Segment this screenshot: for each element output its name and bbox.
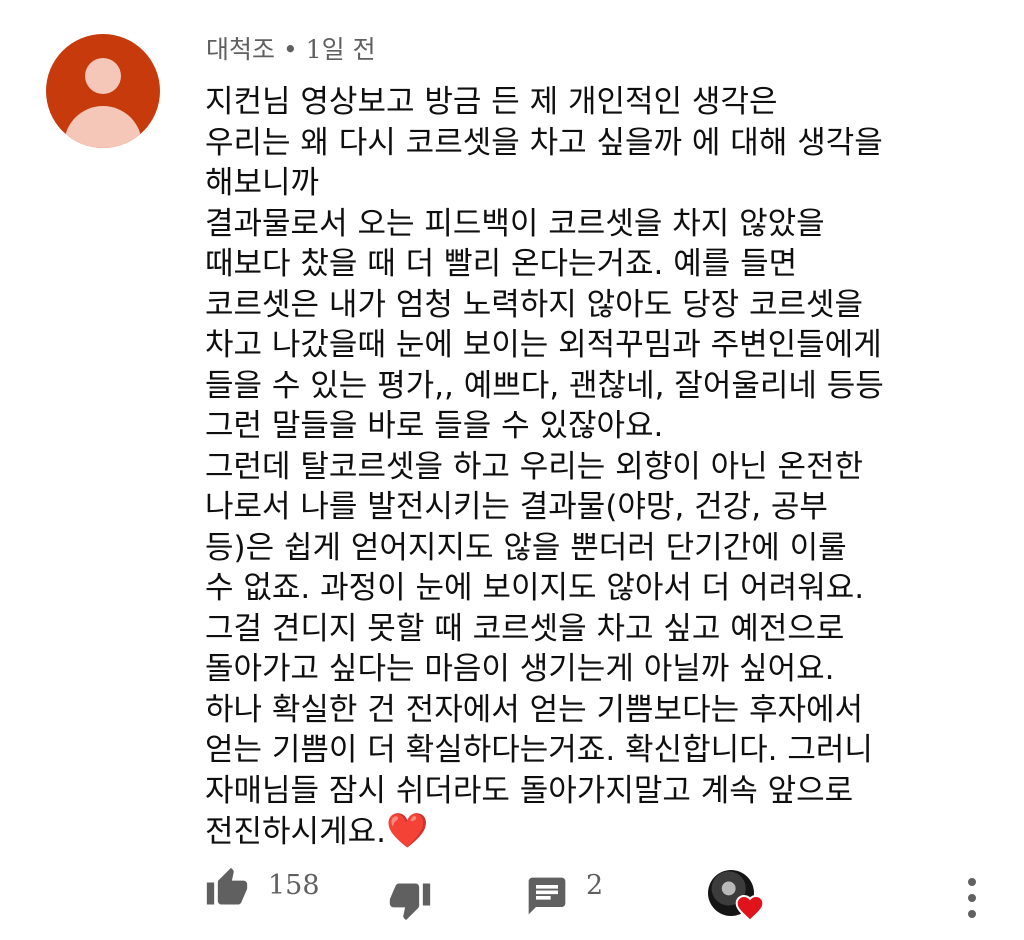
thumbs-up-icon — [206, 867, 248, 905]
comment-line: 그런 말들을 바로 들을 수 있잖아요. — [205, 408, 664, 444]
comment-time[interactable]: 1일 전 — [306, 35, 376, 64]
comment-icon — [528, 877, 566, 915]
comment-line: 코르셋은 내가 엄청 노력하지 않아도 당장 코르셋을 — [205, 286, 864, 323]
comment-actions: 158 2 — [0, 860, 1024, 922]
more-vertical-icon — [968, 878, 976, 918]
comment-line: 자매님들 잠시 쉬더라도 돌아가지말고 계속 앞으로 — [205, 772, 854, 809]
creator-heart-badge — [708, 870, 765, 926]
reply-button[interactable] — [525, 874, 569, 918]
comment-line: 때보다 찼을 때 더 빨리 온다는거죠. 예를 들면 — [205, 246, 798, 282]
heart-emoji: ❤️ — [385, 811, 429, 851]
comment-line: 수 없죠. 과정이 눈에 보이지도 않아서 더 어려워요. — [205, 570, 865, 606]
comment-line-last: 전진하시게요.❤️ — [205, 811, 995, 852]
comment-meta: 대척조 • 1일 전 — [206, 30, 376, 66]
more-options-button[interactable] — [960, 874, 984, 922]
comment-line: 돌아가고 싶다는 마음이 생기는게 아닐까 싶어요. — [205, 651, 835, 687]
comment-line: 우리는 왜 다시 코르셋을 차고 싶을까 에 대해 생각을 — [205, 124, 883, 161]
comment-line: 결과물로서 오는 피드백이 코르셋을 차지 않았을 — [205, 205, 825, 242]
meta-separator: • — [283, 35, 298, 64]
author-avatar[interactable] — [46, 34, 160, 148]
comment-line: 차고 나갔을때 눈에 보이는 외적꾸밈과 주변인들에게 — [205, 327, 882, 363]
dislike-button[interactable] — [388, 878, 432, 922]
comment-text: 지컨님 영상보고 방금 든 제 개인적인 생각은 우리는 왜 다시 코르셋을 차… — [205, 82, 995, 852]
author-name[interactable]: 대척조 — [206, 35, 275, 64]
comment-line-text: 전진하시게요. — [205, 814, 386, 850]
thumbs-down-icon — [389, 883, 431, 921]
comment-line: 하나 확실한 건 전자에서 얻는 기쁨보다는 후자에서 — [205, 691, 864, 728]
like-button[interactable] — [205, 866, 249, 910]
comment-line: 등)은 쉽게 얻어지지도 않을 뿐더러 단기간에 이룰 — [205, 529, 847, 566]
comment-line: 지컨님 영상보고 방금 든 제 개인적인 생각은 — [205, 84, 778, 120]
comment-line: 해보니까 — [205, 165, 320, 201]
avatar-head — [85, 58, 121, 94]
heart-icon — [735, 894, 765, 922]
like-count: 158 — [268, 870, 320, 901]
comment-line: 나로서 나를 발전시키는 결과물(야망, 건강, 공부 — [205, 489, 828, 525]
comment-line: 그걸 견디지 못할 때 코르셋을 차고 싶고 예전으로 — [205, 610, 845, 647]
avatar-shoulders — [64, 106, 142, 148]
comment-line: 들을 수 있는 평가,, 예쁘다, 괜찮네, 잘어울리네 등등 — [205, 367, 884, 404]
comment-line: 그런데 탈코르셋을 하고 우리는 외향이 아닌 온전한 — [205, 448, 864, 485]
comment-line: 얻는 기쁨이 더 확실하다는거죠. 확신합니다. 그러니 — [205, 732, 873, 768]
reply-count: 2 — [586, 870, 604, 901]
